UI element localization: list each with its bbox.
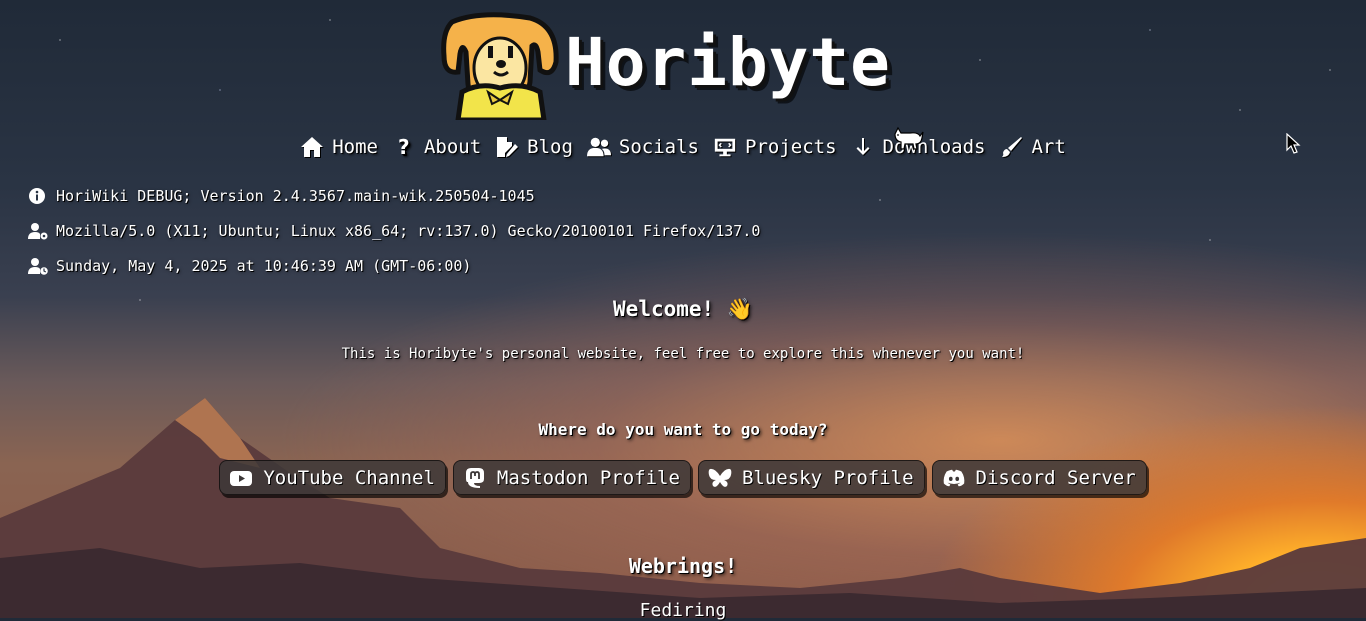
webrings-heading: Webrings! (628, 554, 738, 578)
where-heading: Where do you want to go today? (538, 420, 828, 439)
bluesky-label: Bluesky Profile (741, 466, 914, 489)
mastodon-label: Mastodon Profile (496, 466, 680, 489)
info-icon (29, 188, 45, 204)
datetime-info: Sunday, May 4, 2025 at 10:46:39 AM (GMT-… (28, 257, 471, 275)
nav-home-label: Home (332, 136, 378, 158)
site-title[interactable]: Horibyte (565, 30, 891, 96)
welcome-heading: Welcome! 👋 (613, 297, 753, 321)
intro-text: This is Horibyte's personal website, fee… (341, 346, 1025, 362)
youtube-icon (230, 470, 253, 486)
nav-projects-label: Projects (745, 136, 837, 158)
nav-projects[interactable]: Projects (713, 136, 837, 158)
download-icon (856, 138, 870, 155)
nav-blog-label: Blog (527, 136, 573, 158)
nav-socials-label: Socials (618, 136, 699, 158)
discord-label: Discord Server (975, 466, 1136, 489)
brush-icon (1002, 137, 1023, 157)
mouse-cursor-icon (1286, 133, 1301, 154)
mastodon-button[interactable]: Mastodon Profile (452, 460, 691, 495)
user-clock-icon (28, 258, 48, 275)
users-icon (586, 137, 611, 157)
bluesky-button[interactable]: Bluesky Profile (697, 460, 925, 495)
nav-art[interactable]: Art (999, 136, 1066, 158)
mastodon-icon (465, 467, 484, 488)
youtube-label: YouTube Channel (263, 466, 435, 489)
nav-art-label: Art (1031, 136, 1066, 158)
nav-socials[interactable]: Socials (586, 136, 699, 158)
home-icon (301, 137, 324, 157)
dog-mascot-logo[interactable] (440, 12, 560, 120)
discord-icon (943, 469, 964, 486)
nav-home[interactable]: Home (300, 136, 378, 158)
datetime-text: Sunday, May 4, 2025 at 10:46:39 AM (GMT-… (56, 257, 472, 275)
nav-about[interactable]: ? About (392, 136, 481, 158)
projects-icon (714, 138, 736, 157)
social-links: YouTube Channel Mastodon Profile Bluesky… (0, 460, 1366, 495)
cat-sprite-icon (894, 126, 924, 150)
version-info: HoriWiki DEBUG; Version 2.4.3567.main-wi… (28, 187, 535, 205)
nav-about-label: About (423, 136, 482, 158)
user-agent-info: Mozilla/5.0 (X11; Ubuntu; Linux x86_64; … (28, 222, 760, 240)
question-icon: ? (398, 136, 410, 158)
site-header: Horibyte (0, 12, 1366, 122)
version-text: HoriWiki DEBUG; Version 2.4.3567.main-wi… (56, 187, 535, 205)
svg-text:?: ? (398, 136, 410, 158)
bluesky-icon (708, 468, 732, 487)
discord-button[interactable]: Discord Server (931, 460, 1147, 495)
user-gear-icon (28, 223, 48, 240)
user-agent-text: Mozilla/5.0 (X11; Ubuntu; Linux x86_64; … (56, 222, 761, 240)
nav-blog[interactable]: Blog (495, 136, 573, 158)
main-nav: Home ? About Blog Socials Projects Downl… (0, 136, 1366, 158)
youtube-button[interactable]: YouTube Channel (219, 460, 446, 495)
blog-icon (497, 137, 519, 157)
